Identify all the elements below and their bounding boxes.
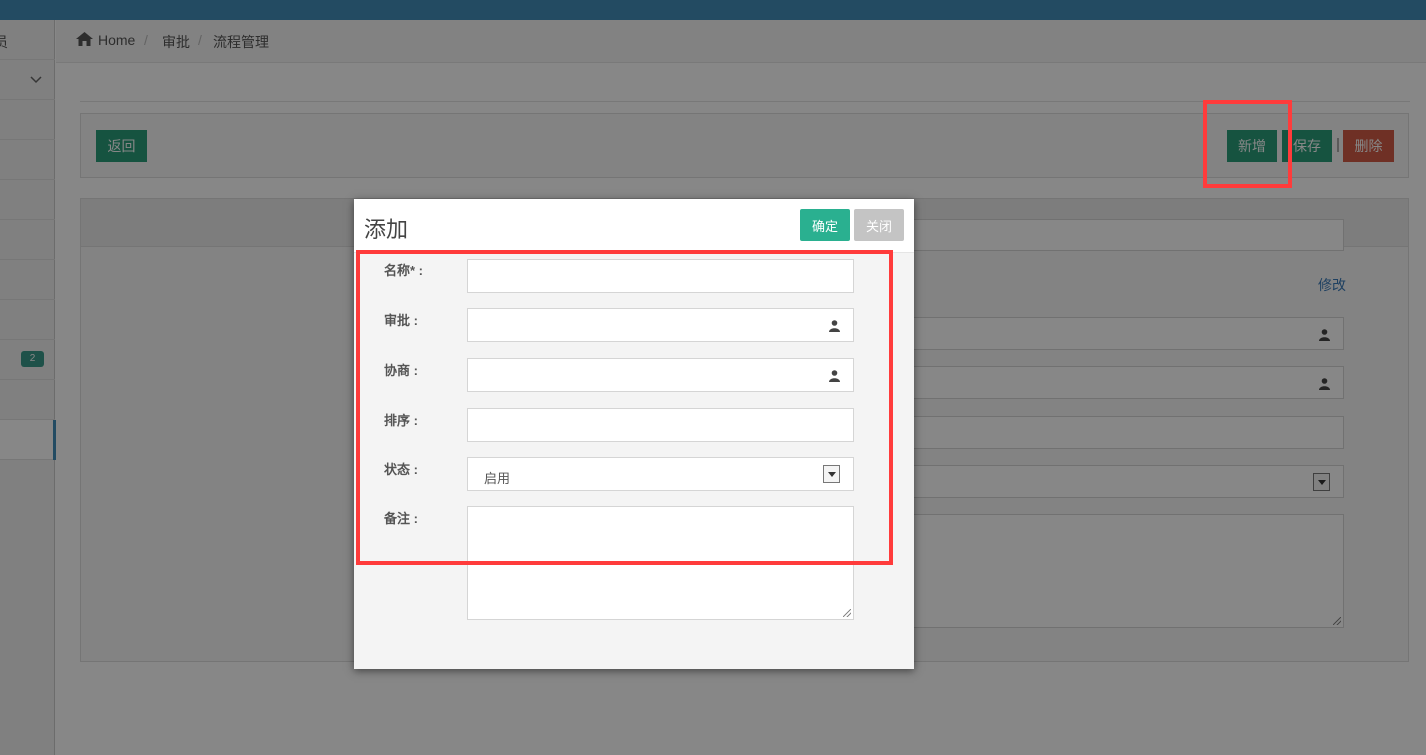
dialog-title: 添加 [364, 217, 409, 242]
close-button[interactable]: 关闭 [854, 209, 904, 241]
highlight-box-add-button [1203, 100, 1292, 188]
resize-grip-icon[interactable] [843, 609, 851, 617]
highlight-box-form [356, 250, 893, 565]
dialog-header: 添加 确定 关闭 [354, 199, 914, 253]
confirm-button[interactable]: 确定 [800, 209, 850, 241]
